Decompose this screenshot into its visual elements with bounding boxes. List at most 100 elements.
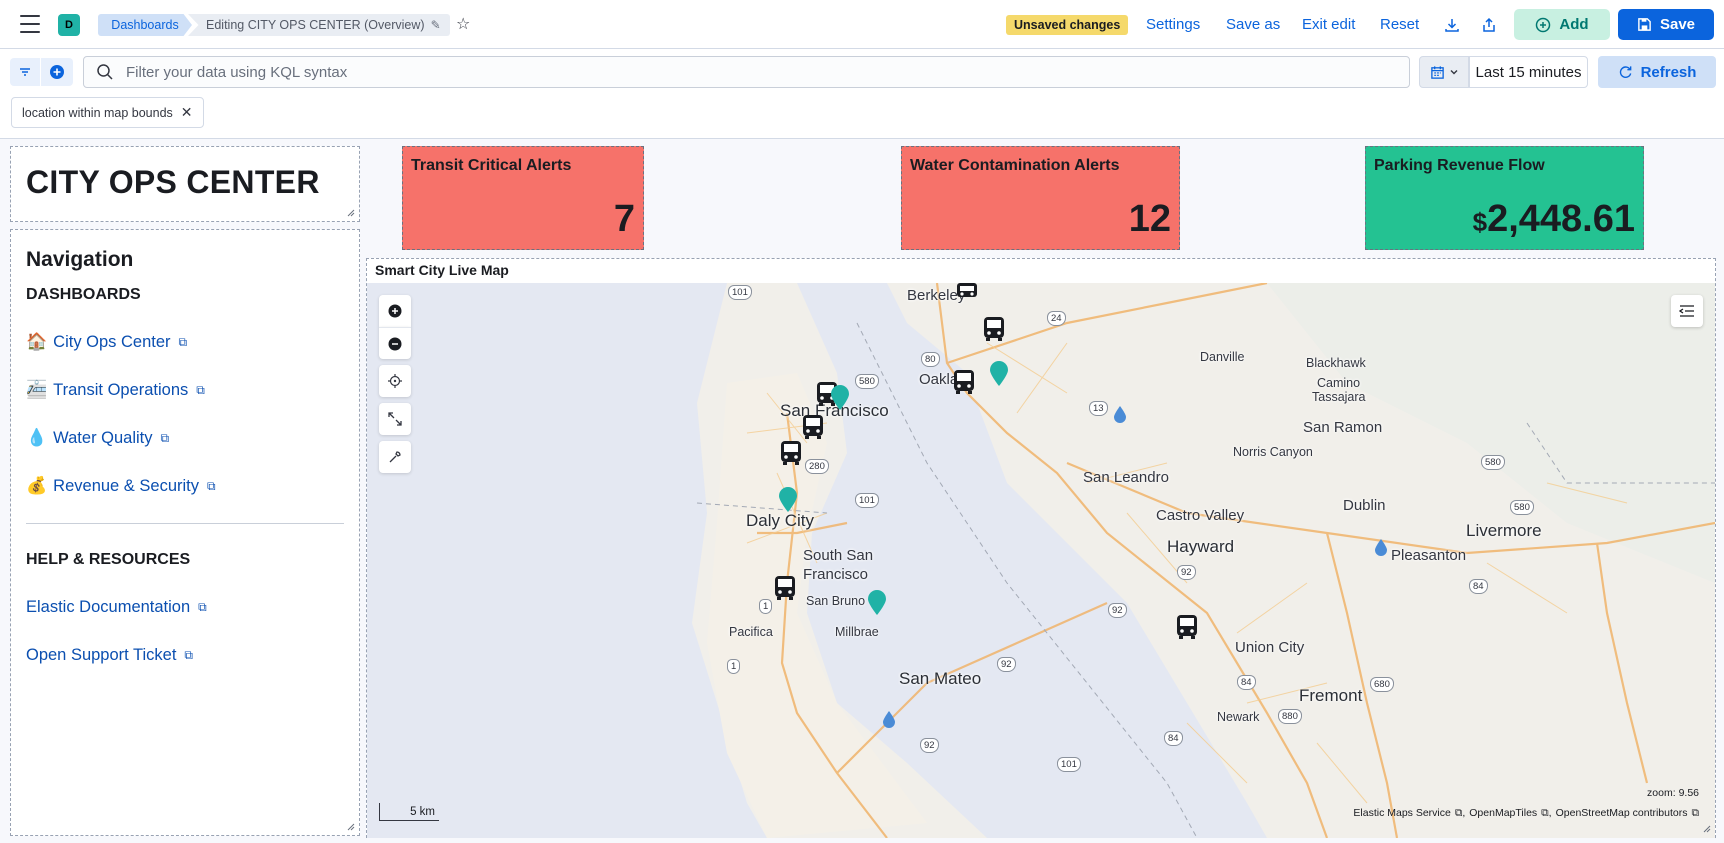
alert-pin-icon[interactable] (830, 385, 850, 411)
resize-handle-icon[interactable] (347, 209, 355, 217)
resize-handle-icon[interactable] (347, 823, 355, 831)
share-icon[interactable] (1477, 13, 1501, 37)
chevron-down-icon (1450, 70, 1457, 75)
attribution-link[interactable]: OpenStreetMap contributors (1556, 807, 1688, 820)
nav-link-city-ops-center[interactable]: 🏠 City Ops Center ⧉ (26, 332, 187, 352)
water-drop-icon[interactable] (882, 710, 896, 728)
pencil-icon[interactable]: ✎ (431, 18, 441, 32)
highway-shield: 101 (1057, 757, 1081, 772)
settings-button[interactable]: Settings (1146, 16, 1200, 33)
kql-search-field[interactable] (83, 56, 1410, 88)
place-label: Fremont (1299, 686, 1363, 705)
metric-transit-critical-alerts: Transit Critical Alerts 7 (402, 146, 644, 250)
refresh-icon (1619, 65, 1631, 78)
highway-shield: 1 (759, 599, 773, 614)
plus-circle-icon (50, 65, 64, 79)
add-label: Add (1559, 16, 1589, 33)
nav-link-transit-operations[interactable]: 🚈 Transit Operations ⧉ (26, 380, 205, 400)
date-quick-menu-button[interactable] (1419, 56, 1469, 88)
highway-shield: 880 (1278, 709, 1302, 724)
alert-pin-icon[interactable] (989, 361, 1009, 387)
bus-marker-icon[interactable] (982, 316, 1006, 342)
save-button[interactable]: Save (1618, 9, 1714, 40)
menu-icon[interactable] (20, 15, 40, 33)
map-attribution: Elastic Maps Service ⧉, OpenMapTiles ⧉, Op… (1353, 807, 1699, 820)
map-panel: Smart City Live Map Berkeley Oakland San… (366, 258, 1716, 838)
map-zoom-controls (379, 295, 411, 473)
metric-value: $2,448.61 (1473, 198, 1635, 241)
add-panel-button[interactable]: Add (1514, 9, 1610, 40)
place-label: San Ramon (1303, 419, 1383, 436)
nav-link-water-quality[interactable]: 💧 Water Quality ⧉ (26, 428, 169, 448)
calendar-icon (1430, 65, 1444, 79)
save-icon (1638, 18, 1651, 31)
highway-shield: 92 (997, 657, 1016, 672)
add-filter-button[interactable] (41, 58, 73, 86)
dashboard-title: CITY OPS CENTER (26, 164, 320, 200)
nav-link-open-support-ticket[interactable]: Open Support Ticket ⧉ (26, 646, 193, 665)
highway-shield: 84 (1469, 579, 1488, 594)
fullscreen-button[interactable] (379, 403, 411, 435)
train-icon: 🚈 (26, 380, 48, 399)
tools-button[interactable] (379, 441, 411, 473)
money-bag-icon: 💰 (26, 476, 48, 495)
bus-marker-icon[interactable] (779, 440, 803, 466)
layer-control-button[interactable] (1671, 295, 1703, 327)
highway-shield: 580 (1510, 500, 1534, 515)
download-icon[interactable] (1440, 13, 1464, 37)
filter-pill[interactable]: location within map bounds ✕ (11, 97, 204, 128)
refresh-label: Refresh (1640, 63, 1697, 81)
place-label: Pleasanton (1391, 547, 1467, 564)
highway-shield: 92 (920, 738, 939, 753)
map-canvas[interactable]: Berkeley Oakland San Francisco Danville … (367, 283, 1715, 838)
highway-shield: 84 (1237, 675, 1256, 690)
star-icon[interactable]: ☆ (456, 14, 470, 34)
search-input[interactable] (126, 63, 1326, 81)
nav-link-label: Elastic Documentation (26, 598, 191, 616)
water-drop-icon[interactable] (1374, 538, 1388, 556)
attribution-link[interactable]: Elastic Maps Service (1353, 807, 1450, 820)
metric-parking-revenue-flow: Parking Revenue Flow $2,448.61 (1365, 146, 1644, 250)
zoom-in-button[interactable] (379, 295, 411, 327)
nav-link-label: City Ops Center (53, 332, 171, 351)
breadcrumb-current: Editing CITY OPS CENTER (Overview) ✎ (188, 14, 450, 36)
zoom-out-button[interactable] (379, 327, 411, 359)
zoom-value: 9.56 (1678, 787, 1699, 799)
place-label: South San (803, 547, 874, 564)
bus-marker-icon[interactable] (801, 414, 825, 440)
metric-label: Parking Revenue Flow (1374, 157, 1545, 174)
water-drop-icon[interactable] (1113, 405, 1127, 423)
close-icon[interactable]: ✕ (181, 104, 193, 121)
save-as-button[interactable]: Save as (1226, 16, 1280, 33)
dashboards-heading: DASHBOARDS (26, 286, 141, 303)
locate-button[interactable] (379, 365, 411, 397)
bus-marker-icon[interactable] (773, 575, 797, 601)
exit-edit-button[interactable]: Exit edit (1302, 16, 1355, 33)
bus-marker-icon[interactable] (1175, 614, 1199, 640)
reset-button[interactable]: Reset (1380, 16, 1419, 33)
attribution-link[interactable]: OpenMapTiles (1469, 807, 1537, 820)
bus-marker-icon[interactable] (955, 283, 979, 301)
time-range-display[interactable]: Last 15 minutes (1469, 56, 1588, 88)
save-label: Save (1659, 16, 1696, 33)
wrench-icon (389, 451, 401, 463)
alert-pin-icon[interactable] (778, 487, 798, 513)
highway-shield: 92 (1177, 565, 1196, 580)
filter-pill-label: location within map bounds (22, 105, 173, 120)
alert-pin-icon[interactable] (867, 590, 887, 616)
external-link-icon: ⧉ (178, 334, 188, 349)
nav-link-elastic-documentation[interactable]: Elastic Documentation ⧉ (26, 598, 207, 617)
bus-marker-icon[interactable] (952, 369, 976, 395)
filter-menu-button[interactable] (10, 58, 40, 86)
query-bar: Last 15 minutes Refresh location within … (0, 49, 1724, 139)
refresh-button[interactable]: Refresh (1598, 56, 1716, 88)
space-avatar[interactable]: D (58, 14, 80, 36)
highway-shield: 580 (855, 374, 879, 389)
metric-value: 7 (613, 198, 635, 240)
breadcrumb-dashboards[interactable]: Dashboards (98, 14, 192, 36)
expand-icon (388, 412, 402, 426)
resize-handle-icon[interactable] (1703, 825, 1711, 833)
search-icon (97, 64, 113, 80)
place-label: Norris Canyon (1233, 445, 1313, 459)
nav-link-revenue-security[interactable]: 💰 Revenue & Security ⧉ (26, 476, 216, 496)
